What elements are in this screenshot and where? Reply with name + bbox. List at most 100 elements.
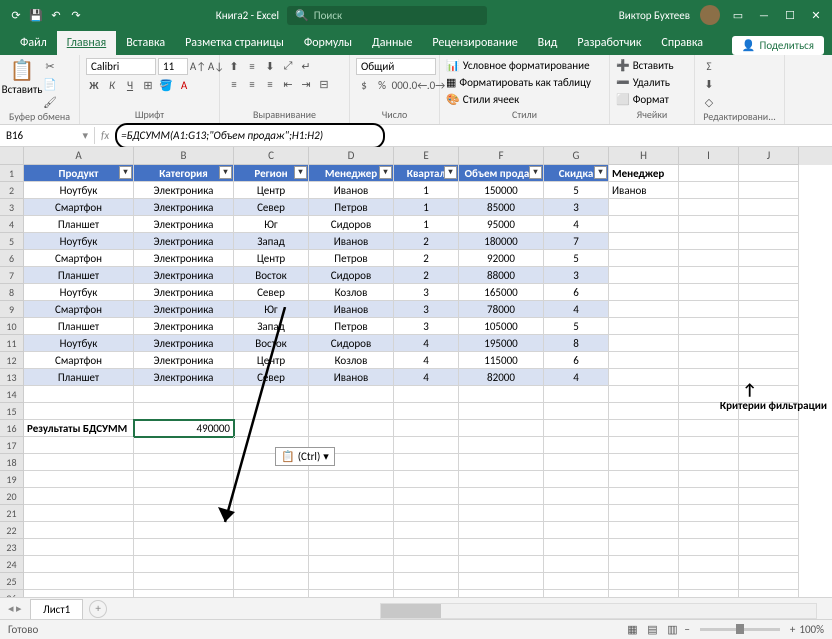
cell[interactable]: 85000 — [459, 199, 544, 216]
cell[interactable]: 3 — [394, 284, 459, 301]
cell[interactable] — [134, 556, 234, 573]
cell[interactable]: Электроника — [134, 369, 234, 386]
cell[interactable]: Центр — [234, 250, 309, 267]
zoom-out-button[interactable]: − — [684, 623, 689, 636]
cell[interactable] — [24, 539, 134, 556]
cell[interactable] — [679, 352, 739, 369]
cell[interactable] — [739, 301, 799, 318]
align-top-icon[interactable]: ⬆ — [226, 58, 242, 74]
cell[interactable]: 4 — [394, 369, 459, 386]
cond-format-button[interactable]: 📊Условное форматирование — [446, 58, 590, 73]
cell[interactable] — [679, 488, 739, 505]
cell[interactable] — [134, 488, 234, 505]
cell[interactable]: Смартфон — [24, 250, 134, 267]
row-header[interactable]: 5 — [0, 233, 24, 250]
cell[interactable]: Электроника — [134, 352, 234, 369]
number-format-select[interactable] — [356, 58, 436, 75]
cell[interactable] — [309, 488, 394, 505]
cell[interactable] — [234, 522, 309, 539]
cell[interactable] — [459, 573, 544, 590]
italic-icon[interactable]: К — [104, 77, 120, 93]
row-header[interactable]: 18 — [0, 454, 24, 471]
row-header[interactable]: 11 — [0, 335, 24, 352]
cell[interactable] — [134, 386, 234, 403]
cell[interactable] — [739, 437, 799, 454]
cell[interactable]: Планшет — [24, 369, 134, 386]
cell[interactable]: Север — [234, 284, 309, 301]
cut-icon[interactable]: ✂ — [42, 58, 58, 74]
cell[interactable] — [309, 539, 394, 556]
cell[interactable]: 115000 — [459, 352, 544, 369]
close-icon[interactable]: ✕ — [808, 7, 824, 23]
cell[interactable] — [134, 573, 234, 590]
cell[interactable]: Квартал▾ — [394, 165, 459, 182]
cell[interactable]: Продукт▾ — [24, 165, 134, 182]
cell[interactable] — [134, 454, 234, 471]
row-header[interactable]: 13 — [0, 369, 24, 386]
cell[interactable] — [134, 522, 234, 539]
cell[interactable] — [544, 454, 609, 471]
cell[interactable] — [679, 505, 739, 522]
cell[interactable]: Смартфон — [24, 301, 134, 318]
cell[interactable] — [234, 573, 309, 590]
cell[interactable] — [609, 539, 679, 556]
percent-icon[interactable]: % — [374, 77, 390, 93]
cell[interactable] — [459, 539, 544, 556]
cell[interactable]: 4 — [544, 301, 609, 318]
cell[interactable] — [739, 522, 799, 539]
fx-icon[interactable]: fx — [101, 129, 109, 142]
cell[interactable] — [544, 386, 609, 403]
cell[interactable] — [609, 505, 679, 522]
row-header[interactable]: 25 — [0, 573, 24, 590]
bold-icon[interactable]: Ж — [86, 77, 102, 93]
cell[interactable]: Петров — [309, 318, 394, 335]
col-header[interactable]: D — [309, 147, 394, 165]
save-icon[interactable]: 💾 — [28, 7, 44, 23]
cell[interactable] — [679, 335, 739, 352]
cell[interactable] — [394, 539, 459, 556]
avatar[interactable] — [700, 5, 720, 25]
redo-icon[interactable]: ↷ — [68, 7, 84, 23]
cell[interactable]: Запад — [234, 233, 309, 250]
cell[interactable]: Смартфон — [24, 199, 134, 216]
cell[interactable]: Менеджер — [609, 165, 679, 182]
cell[interactable]: Юг — [234, 301, 309, 318]
row-header[interactable]: 22 — [0, 522, 24, 539]
col-header[interactable]: H — [609, 147, 679, 165]
cell[interactable]: Восток — [234, 267, 309, 284]
cell[interactable]: Сидоров — [309, 216, 394, 233]
font-select[interactable] — [86, 58, 156, 75]
indent-dec-icon[interactable]: ⇤ — [280, 76, 296, 92]
filter-button[interactable]: ▾ — [219, 166, 232, 179]
comma-icon[interactable]: 000 — [392, 77, 408, 93]
col-header[interactable]: G — [544, 147, 609, 165]
cell[interactable]: Электроника — [134, 216, 234, 233]
cell[interactable] — [544, 437, 609, 454]
cell[interactable] — [679, 539, 739, 556]
autosum-icon[interactable]: Σ — [701, 58, 717, 74]
cell[interactable] — [679, 216, 739, 233]
cell[interactable]: Север — [234, 199, 309, 216]
cell[interactable] — [459, 590, 544, 597]
cell[interactable]: Результаты БДСУММ — [24, 420, 134, 437]
page-layout-icon[interactable]: ▤ — [644, 622, 660, 638]
underline-icon[interactable]: Ч — [122, 77, 138, 93]
cell[interactable] — [309, 420, 394, 437]
cell[interactable] — [24, 590, 134, 597]
cell[interactable] — [609, 403, 679, 420]
tab-view[interactable]: Вид — [528, 31, 568, 55]
cell[interactable] — [609, 471, 679, 488]
cell[interactable] — [679, 522, 739, 539]
cell[interactable] — [739, 216, 799, 233]
cell[interactable] — [394, 454, 459, 471]
cell[interactable]: 82000 — [459, 369, 544, 386]
cell[interactable] — [544, 403, 609, 420]
row-header[interactable]: 20 — [0, 488, 24, 505]
cell[interactable] — [609, 454, 679, 471]
row-header[interactable]: 14 — [0, 386, 24, 403]
cell[interactable]: Ноутбук — [24, 284, 134, 301]
cell[interactable]: 3 — [544, 199, 609, 216]
cell[interactable] — [394, 471, 459, 488]
cell[interactable] — [609, 301, 679, 318]
cell[interactable]: Категория▾ — [134, 165, 234, 182]
